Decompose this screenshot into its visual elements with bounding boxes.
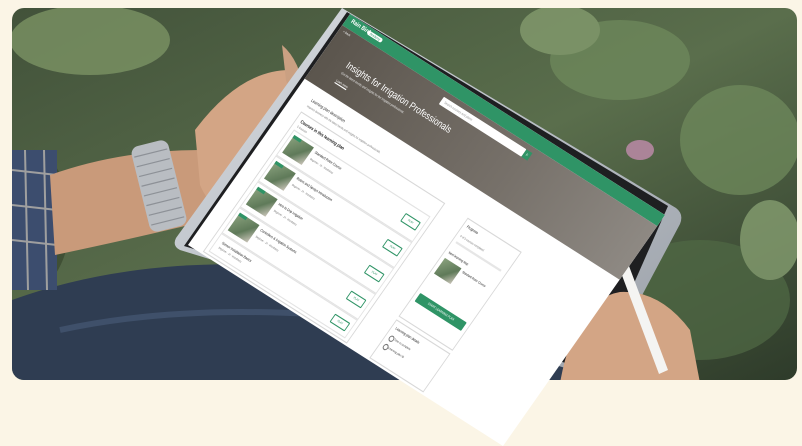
play-button[interactable]: PLAY (345, 290, 367, 309)
back-link[interactable]: < Back (342, 29, 352, 37)
play-button[interactable]: PLAY (329, 313, 351, 332)
start-learning-plan-button[interactable]: START LEARNING PLAN (414, 292, 467, 331)
play-button[interactable]: PLAY (400, 212, 421, 231)
progress-bar-fill (455, 241, 457, 244)
search-icon: ⌕ (523, 151, 530, 159)
play-button[interactable]: PLAY (381, 238, 403, 257)
next-course-thumbnail (433, 257, 462, 285)
learn-more-link[interactable]: Learn more (335, 78, 349, 89)
next-course-title: Standard Rotor Course (461, 269, 487, 289)
play-button[interactable]: PLAY (363, 264, 385, 283)
progress-title: Progress (465, 224, 480, 236)
progress-summary: 0 of 5 courses completed (459, 233, 486, 253)
